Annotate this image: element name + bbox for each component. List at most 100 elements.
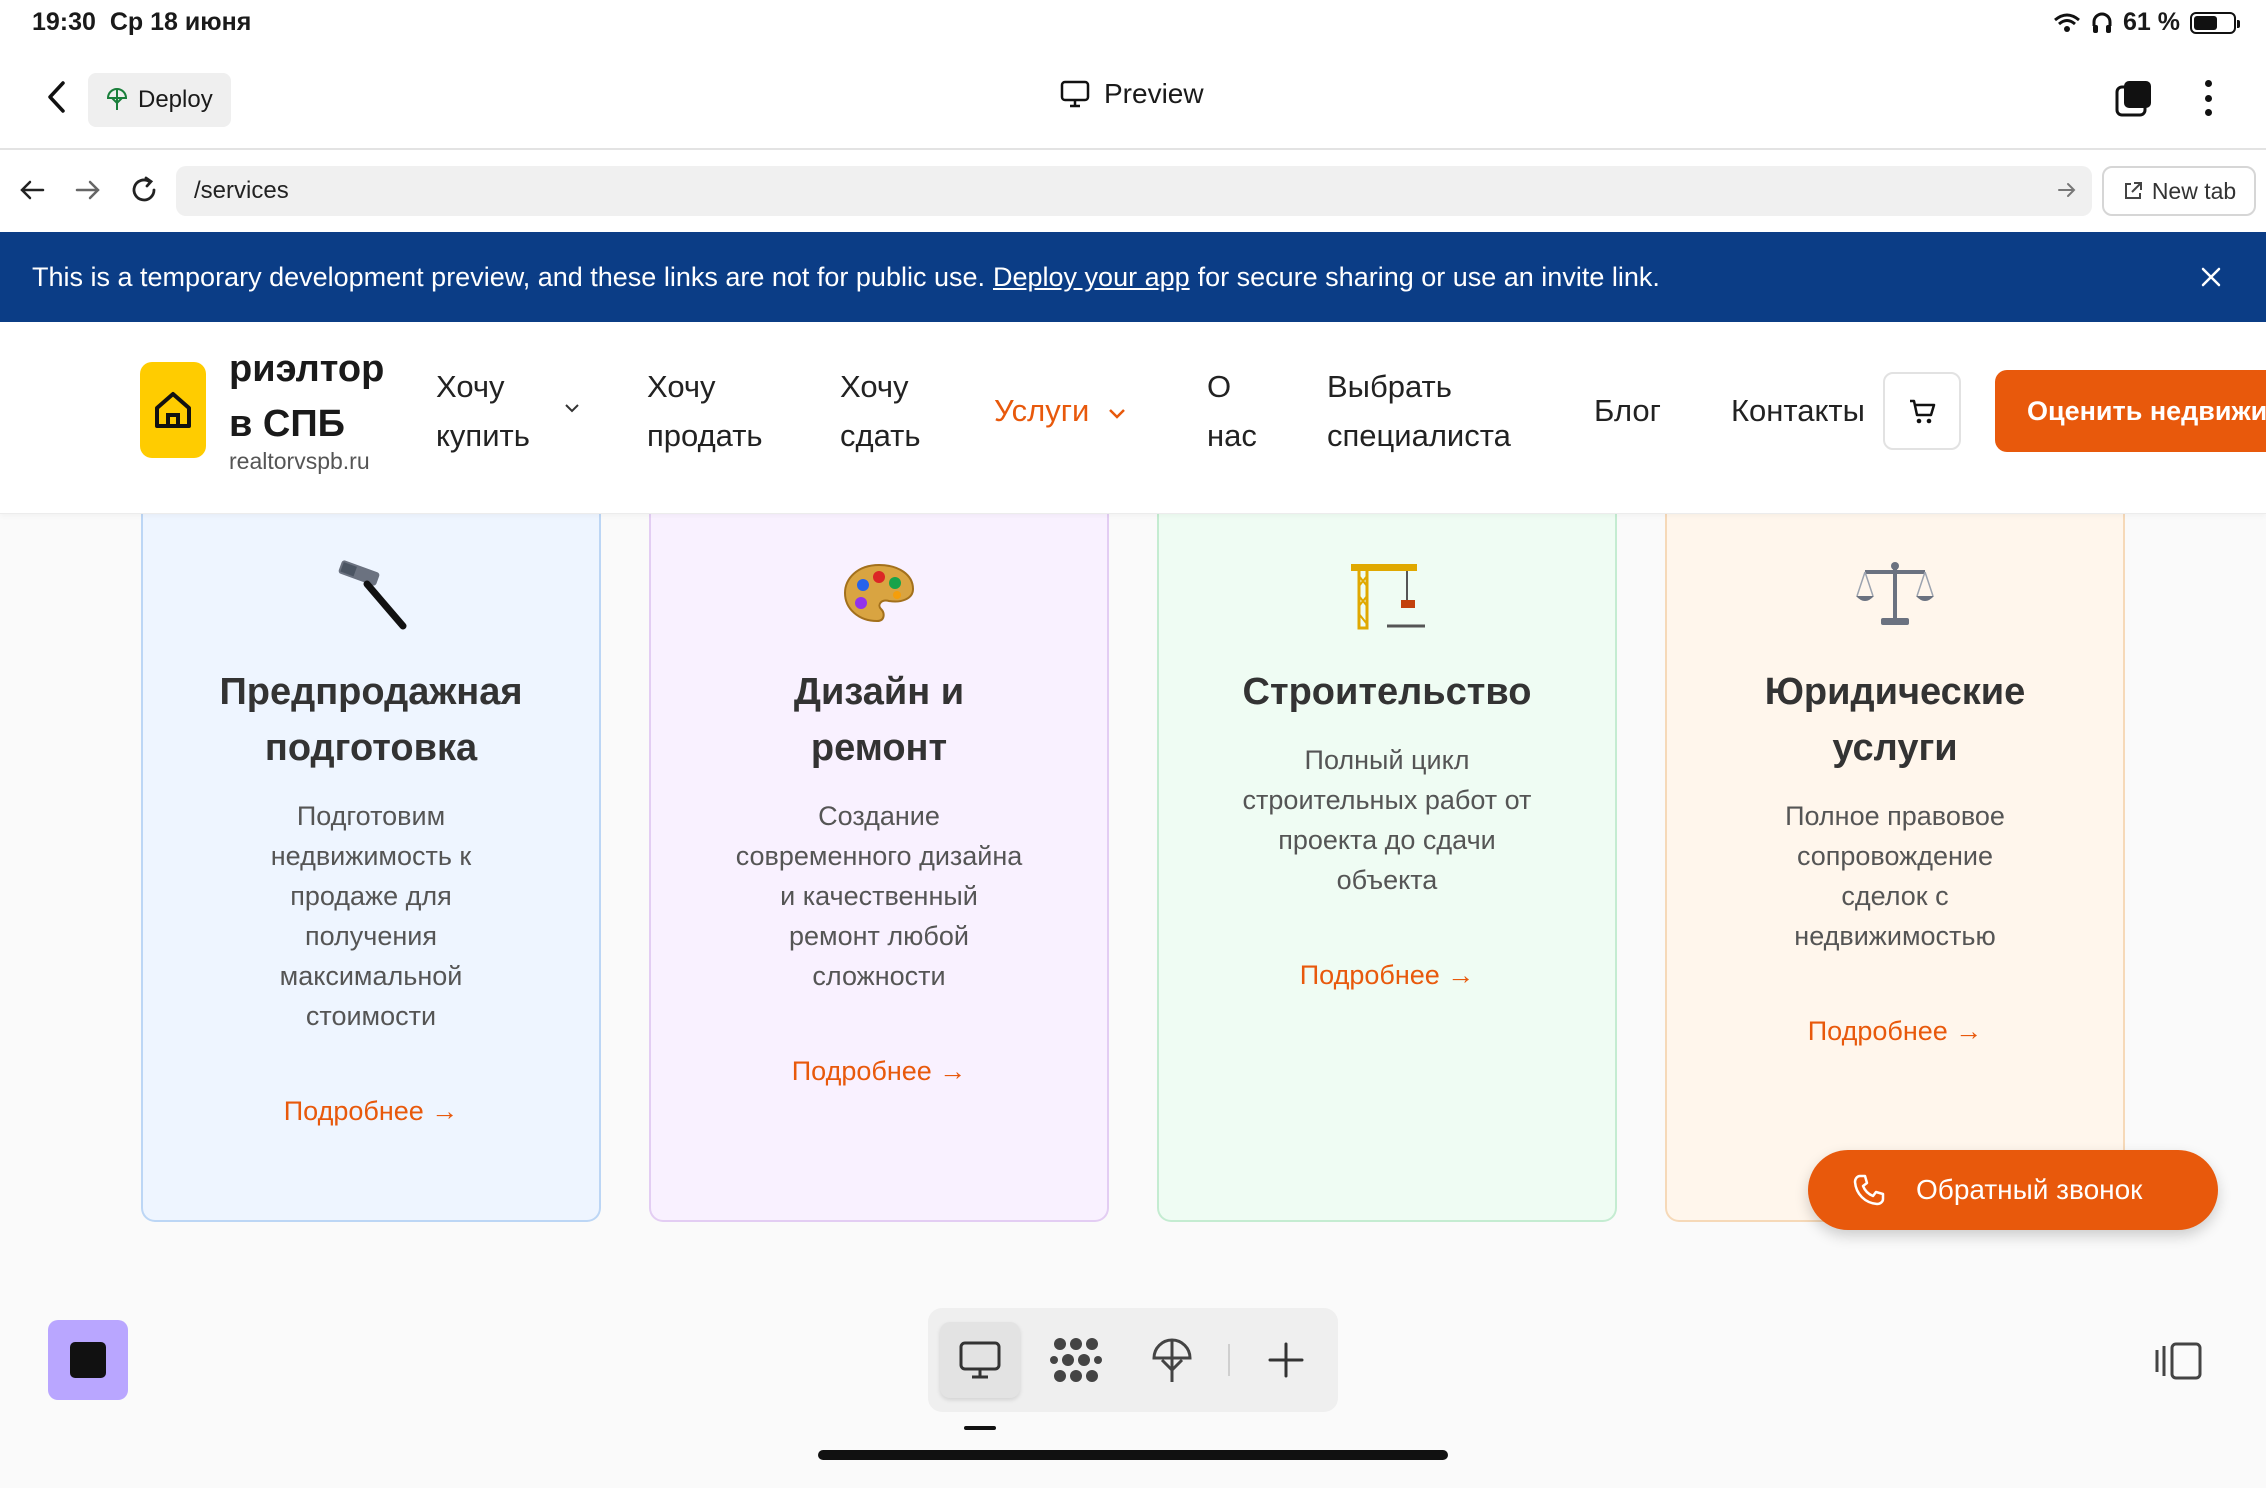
- preview-tool-button[interactable]: [940, 1322, 1020, 1398]
- sidebar-panel-icon: [2155, 1342, 2202, 1380]
- workspace-tool-button[interactable]: [1036, 1322, 1116, 1398]
- stop-button[interactable]: [48, 1320, 128, 1400]
- description-line: продаже для: [290, 881, 452, 911]
- more-link[interactable]: Подробнее →: [143, 1096, 599, 1127]
- reload-button[interactable]: [126, 172, 162, 208]
- description-line: строительных работ от: [1242, 785, 1532, 815]
- chevron-left-icon: [48, 81, 65, 113]
- nav-about[interactable]: О нас: [1207, 362, 1257, 460]
- plus-icon: [1268, 1342, 1304, 1378]
- nav-sell-line: продать: [647, 418, 763, 453]
- battery-level: [2194, 15, 2217, 30]
- more-link[interactable]: Подробнее →: [651, 1056, 1107, 1087]
- logo-title[interactable]: риэлтор в СПБ: [229, 342, 429, 452]
- browser-toolbar: /services New tab: [0, 152, 2266, 232]
- panel-toggle-button[interactable]: [2154, 1340, 2204, 1382]
- evaluate-property-button[interactable]: Оценить недвижимость: [1995, 370, 2266, 452]
- nav-rent-line: сдать: [840, 418, 921, 453]
- nav-services[interactable]: Услуги: [994, 386, 1126, 435]
- service-title: Предпродажная подготовка: [163, 664, 579, 776]
- description-line: получения: [305, 921, 437, 951]
- go-arrow-icon[interactable]: [2056, 179, 2078, 201]
- status-clock: 19:30: [32, 8, 96, 36]
- browser-back-button[interactable]: [14, 172, 50, 208]
- arrow-left-icon: [20, 180, 45, 200]
- deploy-icon: [1152, 1338, 1192, 1382]
- preview-title: Preview: [1060, 78, 1204, 110]
- preview-label: Preview: [1104, 78, 1204, 109]
- deploy-app-link[interactable]: Deploy your app: [993, 262, 1190, 293]
- deploy-tool-button[interactable]: [1132, 1322, 1212, 1398]
- description-line: Подготовим: [296, 801, 446, 831]
- dev-preview-banner: This is a temporary development preview,…: [0, 232, 2266, 322]
- service-title: Юридические услуги: [1687, 664, 2103, 776]
- nav-blog[interactable]: Блог: [1594, 386, 1661, 435]
- nav-buy[interactable]: Хочу купить: [436, 362, 530, 460]
- site-header: риэлтор в СПБ realtorvspb.ru Хочу купить…: [0, 322, 2266, 514]
- browser-forward-button[interactable]: [70, 172, 106, 208]
- scales-icon: [1667, 554, 2123, 634]
- nav-sell[interactable]: Хочу продать: [647, 362, 763, 460]
- palette-icon: [651, 554, 1107, 634]
- description-line: недвижимостью: [1794, 921, 1996, 951]
- description-line: и качественный: [780, 881, 978, 911]
- description-line: сопровождение: [1796, 841, 1994, 871]
- nav-specialist-line: Выбрать: [1327, 369, 1452, 404]
- bottom-toolbar: [0, 1280, 2266, 1488]
- description-line: современного дизайна: [735, 841, 1023, 871]
- nav-blog-label: Блог: [1594, 393, 1661, 428]
- nav-contacts-label: Контакты: [1731, 393, 1865, 428]
- callback-button[interactable]: Обратный звонок: [1808, 1150, 2218, 1230]
- stop-icon: [70, 1342, 106, 1378]
- service-card[interactable]: Дизайн и ремонт Создание современного ди…: [649, 514, 1109, 1222]
- description-line: ремонт любой: [789, 921, 969, 951]
- toolbar-divider: [1228, 1344, 1230, 1376]
- headphones-icon: [2092, 12, 2112, 33]
- chevron-down-icon[interactable]: [564, 402, 580, 414]
- cart-icon: [1910, 399, 1936, 424]
- deploy-icon: [106, 88, 128, 110]
- nav-about-line: О: [1207, 369, 1232, 404]
- service-description: Полное правовое сопровождение сделок с н…: [1707, 796, 2083, 956]
- service-title-line: Строительство: [1242, 671, 1532, 713]
- active-tool-indicator: [964, 1426, 996, 1430]
- service-title-line: Юридические: [1764, 671, 2026, 713]
- tabs-button[interactable]: [2114, 78, 2154, 118]
- nav-buy-line: Хочу: [436, 369, 505, 404]
- tabs-icon: [2115, 81, 2151, 117]
- description-line: стоимости: [305, 1001, 437, 1031]
- add-tool-button[interactable]: [1246, 1322, 1326, 1398]
- more-dot-icon: [2204, 80, 2212, 87]
- nav-contacts[interactable]: Контакты: [1731, 386, 1865, 435]
- service-card[interactable]: Юридические услуги Полное правовое сопро…: [1665, 514, 2125, 1222]
- crane-icon: [1159, 554, 1615, 634]
- service-card[interactable]: Предпродажная подготовка Подготовим недв…: [141, 514, 601, 1222]
- deploy-button[interactable]: Deploy: [88, 73, 231, 127]
- logo-badge[interactable]: [140, 362, 206, 458]
- tool-switcher: [928, 1308, 1338, 1412]
- cta-label: Оценить недвижимость: [2027, 395, 2266, 426]
- monitor-icon: [1060, 80, 1090, 108]
- new-tab-button[interactable]: New tab: [2102, 166, 2256, 216]
- nav-services-label: Услуги: [994, 393, 1090, 428]
- more-link[interactable]: Подробнее →: [1159, 960, 1615, 991]
- service-card[interactable]: Строительство Полный цикл строительных р…: [1157, 514, 1617, 1222]
- monitor-icon: [959, 1341, 1001, 1379]
- more-link[interactable]: Подробнее →: [1667, 1016, 2123, 1047]
- service-title-line: ремонт: [810, 727, 948, 769]
- description-line: сложности: [812, 961, 946, 991]
- url-input[interactable]: /services: [176, 166, 2092, 216]
- nav-rent[interactable]: Хочу сдать: [840, 362, 921, 460]
- cart-button[interactable]: [1883, 372, 1961, 450]
- nav-specialist[interactable]: Выбрать специалиста: [1327, 362, 1511, 460]
- grid-dots-icon: [1050, 1338, 1102, 1382]
- more-options-button[interactable]: [2196, 76, 2220, 120]
- back-button[interactable]: [36, 74, 76, 120]
- logo-title-line: риэлтор: [229, 348, 385, 390]
- phone-icon: [1853, 1174, 1885, 1206]
- callback-label: Обратный звонок: [1916, 1174, 2143, 1205]
- close-icon[interactable]: [2196, 262, 2226, 292]
- chevron-down-icon: [1109, 408, 1125, 419]
- description-line: сделок с: [1841, 881, 1949, 911]
- nav-sell-line: Хочу: [647, 369, 716, 404]
